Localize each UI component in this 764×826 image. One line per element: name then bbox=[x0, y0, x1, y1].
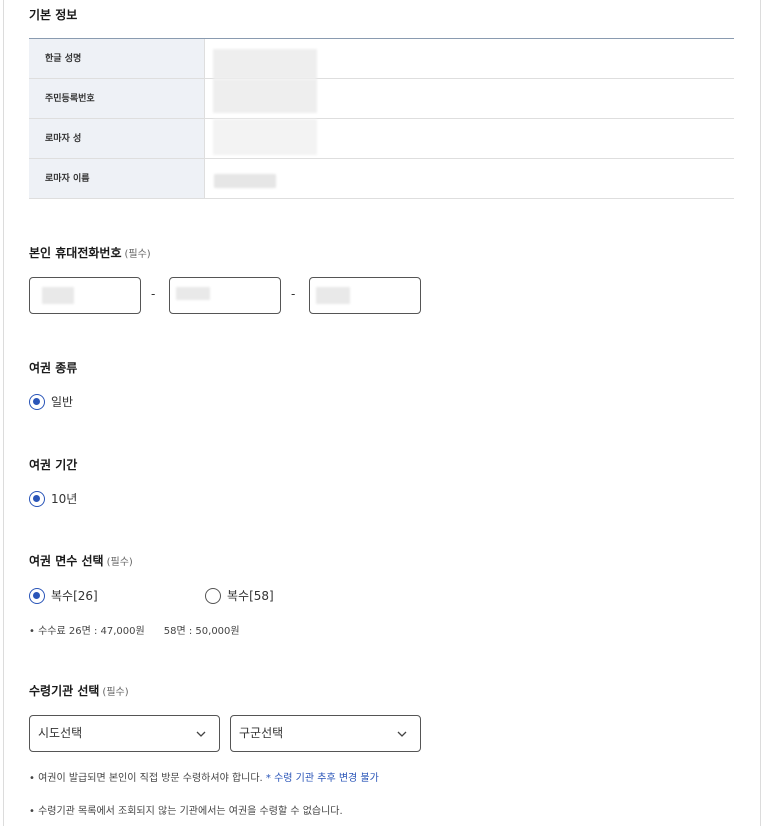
roman-surname-label: 로마자 성 bbox=[29, 119, 205, 158]
resident-number-value bbox=[205, 79, 734, 118]
phone-last-input[interactable] bbox=[309, 277, 421, 314]
table-row: 로마자 성 bbox=[29, 119, 734, 159]
chevron-down-icon bbox=[397, 716, 407, 751]
chevron-down-icon bbox=[196, 716, 206, 751]
office-list-note: • 수령기관 목록에서 조회되지 않는 기관에서는 여권을 수령할 수 없습니다… bbox=[29, 806, 343, 817]
redacted-value bbox=[316, 287, 350, 304]
option-label: 일반 bbox=[51, 395, 74, 409]
passport-pages-title-text: 여권 면수 선택 bbox=[29, 554, 104, 568]
table-row: 주민등록번호 bbox=[29, 79, 734, 119]
receiving-office-title: 수령기관 선택 (필수) bbox=[29, 682, 129, 699]
phone-separator: - bbox=[291, 287, 296, 301]
radio-unselected-icon[interactable] bbox=[205, 587, 221, 604]
passport-period-option-10y[interactable]: 10년 bbox=[29, 490, 77, 507]
phone-first-input[interactable] bbox=[29, 277, 141, 314]
required-mark: (필수) bbox=[106, 557, 133, 568]
phone-separator: - bbox=[151, 287, 156, 301]
roman-given-name-label: 로마자 이름 bbox=[29, 159, 205, 198]
district-select[interactable]: 구군선택 bbox=[230, 715, 421, 752]
roman-given-name-value bbox=[205, 159, 734, 198]
phone-title-text: 본인 휴대전화번호 bbox=[29, 246, 122, 260]
table-row: 한글 성명 bbox=[29, 39, 734, 79]
phone-middle-input[interactable] bbox=[169, 277, 281, 314]
option-label: 복수[26] bbox=[51, 589, 98, 603]
phone-title: 본인 휴대전화번호 (필수) bbox=[29, 244, 151, 261]
redacted-value bbox=[42, 287, 74, 304]
redacted-value bbox=[176, 287, 210, 300]
fee-note: • 수수료 26면 : 47,000원 58면 : 50,000원 bbox=[29, 626, 240, 637]
passport-period-title: 여권 기간 bbox=[29, 458, 78, 472]
passport-type-title: 여권 종류 bbox=[29, 361, 78, 375]
city-select-value: 시도선택 bbox=[38, 726, 83, 740]
radio-selected-icon[interactable] bbox=[29, 490, 45, 507]
pickup-note-text: • 여권이 발급되면 본인이 직접 방문 수령하셔야 합니다. bbox=[29, 773, 263, 784]
required-mark: (필수) bbox=[102, 687, 129, 698]
redacted-value bbox=[213, 79, 317, 113]
basic-info-title: 기본 정보 bbox=[29, 8, 78, 22]
city-select[interactable]: 시도선택 bbox=[29, 715, 220, 752]
district-select-value: 구군선택 bbox=[239, 726, 284, 740]
redacted-value bbox=[214, 174, 276, 188]
passport-pages-title: 여권 면수 선택 (필수) bbox=[29, 552, 133, 569]
option-label: 10년 bbox=[51, 492, 78, 506]
radio-selected-icon[interactable] bbox=[29, 587, 45, 604]
roman-surname-value bbox=[205, 119, 734, 158]
passport-pages-option-26[interactable]: 복수[26] bbox=[29, 587, 98, 604]
basic-info-table: 한글 성명 주민등록번호 로마자 성 로마자 이름 bbox=[29, 38, 734, 199]
table-row: 로마자 이름 bbox=[29, 159, 734, 199]
korean-name-value bbox=[205, 39, 734, 79]
redacted-value bbox=[213, 119, 317, 155]
korean-name-label: 한글 성명 bbox=[29, 39, 205, 78]
receiving-office-title-text: 수령기관 선택 bbox=[29, 684, 100, 698]
redacted-value bbox=[213, 49, 317, 79]
pickup-note: • 여권이 발급되면 본인이 직접 방문 수령하셔야 합니다. * 수령 기관 … bbox=[29, 769, 379, 784]
required-mark: (필수) bbox=[124, 249, 151, 260]
resident-number-label: 주민등록번호 bbox=[29, 79, 205, 118]
radio-selected-icon[interactable] bbox=[29, 393, 45, 410]
option-label: 복수[58] bbox=[227, 589, 274, 603]
passport-pages-option-58[interactable]: 복수[58] bbox=[205, 587, 274, 604]
passport-type-option-general[interactable]: 일반 bbox=[29, 393, 73, 410]
pickup-note-highlight: * 수령 기관 추후 변경 불가 bbox=[265, 773, 379, 784]
